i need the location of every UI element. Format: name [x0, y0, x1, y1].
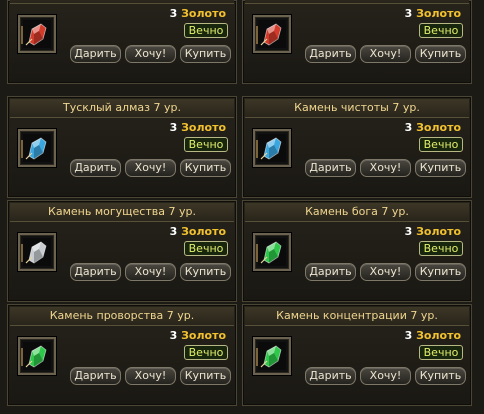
- wish-button[interactable]: Хочу!: [360, 367, 411, 385]
- buy-button[interactable]: Купить: [180, 263, 231, 281]
- gem-slot[interactable]: [18, 129, 56, 167]
- price-currency: Золото: [416, 121, 461, 134]
- price-amount: 3: [404, 121, 413, 134]
- wish-button[interactable]: Хочу!: [125, 45, 176, 63]
- wish-button[interactable]: Хочу!: [125, 263, 176, 281]
- wish-button[interactable]: Хочу!: [125, 159, 176, 177]
- duration-badge: Вечно: [419, 241, 463, 256]
- price-currency: Золото: [181, 225, 226, 238]
- blue-gem-icon: [258, 134, 286, 162]
- shop-item-card: Камень чистоты 7 ур. 3 Золото Вечно Дарить Х…: [242, 96, 472, 198]
- gift-button[interactable]: Дарить: [70, 263, 121, 281]
- item-title: Камень проворства 7 ур.: [10, 307, 234, 326]
- item-title: Искрящийся камень 7 ур.: [245, 0, 469, 4]
- gift-button[interactable]: Дарить: [305, 159, 356, 177]
- price-label: 3 Золото: [170, 225, 226, 238]
- duration-badge: Вечно: [184, 23, 228, 38]
- price-amount: 3: [169, 121, 178, 134]
- item-title: Камень могущества 7 ур.: [10, 203, 234, 222]
- gem-slot[interactable]: [253, 233, 291, 271]
- price-currency: Золото: [181, 7, 226, 20]
- price-currency: Золото: [416, 225, 461, 238]
- price-label: 3 Золото: [405, 7, 461, 20]
- buy-button[interactable]: Купить: [415, 159, 466, 177]
- gem-slot[interactable]: [18, 337, 56, 375]
- buy-button[interactable]: Купить: [415, 263, 466, 281]
- green-gem-icon: [258, 238, 286, 266]
- duration-badge: Вечно: [419, 137, 463, 152]
- gift-button[interactable]: Дарить: [70, 159, 121, 177]
- price-label: 3 Золото: [170, 121, 226, 134]
- price-label: 3 Золото: [405, 329, 461, 342]
- duration-badge: Вечно: [184, 345, 228, 360]
- price-amount: 3: [404, 329, 413, 342]
- gift-button[interactable]: Дарить: [70, 367, 121, 385]
- price-currency: Золото: [181, 121, 226, 134]
- buy-button[interactable]: Купить: [415, 367, 466, 385]
- price-currency: Золото: [416, 329, 461, 342]
- price-amount: 3: [404, 7, 413, 20]
- price-currency: Золото: [416, 7, 461, 20]
- item-title: Камень концентрации 7 ур.: [245, 307, 469, 326]
- buy-button[interactable]: Купить: [180, 159, 231, 177]
- price-amount: 3: [404, 225, 413, 238]
- wish-button[interactable]: Хочу!: [360, 263, 411, 281]
- blue-gem-icon: [23, 134, 51, 162]
- gem-slot[interactable]: [18, 233, 56, 271]
- price-amount: 3: [169, 225, 178, 238]
- buy-button[interactable]: Купить: [415, 45, 466, 63]
- shop-item-card: Камень проворства 7 ур. 3 Золото Вечно Дари…: [7, 304, 237, 406]
- price-label: 3 Золото: [170, 329, 226, 342]
- gift-button[interactable]: Дарить: [70, 45, 121, 63]
- shop-item-card: Камень могущества 7 ур. 3 Золото Вечно Дари…: [7, 200, 237, 302]
- silver-gem-icon: [23, 238, 51, 266]
- price-label: 3 Золото: [170, 7, 226, 20]
- duration-badge: Вечно: [184, 137, 228, 152]
- price-amount: 3: [169, 329, 178, 342]
- shop-item-grid: Огненный рубин 7 ур.3 ЗолотоВечноДаритьХ…: [0, 0, 484, 414]
- gift-button[interactable]: Дарить: [305, 263, 356, 281]
- duration-badge: Вечно: [419, 345, 463, 360]
- shop-item-card: Камень концентрации 7 ур. 3 Золото Вечно Да…: [242, 304, 472, 406]
- item-title: Огненный рубин 7 ур.: [10, 0, 234, 4]
- price-amount: 3: [169, 7, 178, 20]
- price-label: 3 Золото: [405, 225, 461, 238]
- gem-slot[interactable]: [253, 15, 291, 53]
- green-gem-icon: [23, 342, 51, 370]
- price-currency: Золото: [181, 329, 226, 342]
- gem-slot[interactable]: [18, 15, 56, 53]
- shop-item-card: Огненный рубин 7 ур. 3 Золото Вечно ДаритьХ…: [7, 0, 237, 84]
- buy-button[interactable]: Купить: [180, 45, 231, 63]
- buy-button[interactable]: Купить: [180, 367, 231, 385]
- gem-slot[interactable]: [253, 129, 291, 167]
- duration-badge: Вечно: [184, 241, 228, 256]
- item-title: Тусклый алмаз 7 ур.: [10, 99, 234, 118]
- green-gem-icon: [258, 342, 286, 370]
- price-label: 3 Золото: [405, 121, 461, 134]
- duration-badge: Вечно: [419, 23, 463, 38]
- gift-button[interactable]: Дарить: [305, 45, 356, 63]
- shop-item-card: Искрящийся камень 7 ур. 3 Золото Вечно Дари…: [242, 0, 472, 84]
- gift-button[interactable]: Дарить: [305, 367, 356, 385]
- wish-button[interactable]: Хочу!: [360, 45, 411, 63]
- item-title: Камень чистоты 7 ур.: [245, 99, 469, 118]
- ruby-icon: [258, 20, 286, 48]
- wish-button[interactable]: Хочу!: [125, 367, 176, 385]
- shop-item-card: Тусклый алмаз 7 ур. 3 Золото Вечно Дарить Хо…: [7, 96, 237, 198]
- item-title: Камень бога 7 ур.: [245, 203, 469, 222]
- gem-slot[interactable]: [253, 337, 291, 375]
- wish-button[interactable]: Хочу!: [360, 159, 411, 177]
- shop-item-card: Камень бога 7 ур. 3 Золото Вечно Дарить Хочу…: [242, 200, 472, 302]
- ruby-icon: [23, 20, 51, 48]
